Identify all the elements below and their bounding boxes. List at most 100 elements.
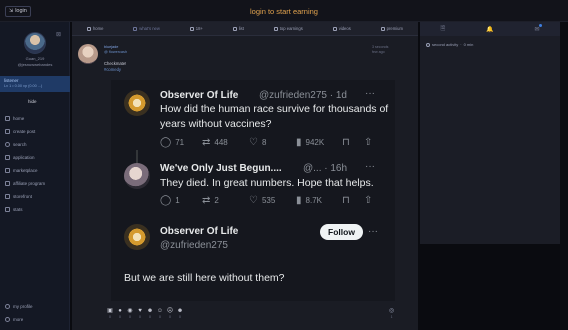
tweet-text: How did the human race survive for thous…: [160, 103, 389, 130]
role-badge[interactable]: listener Lv 1 • 0.00 xp (0.00 ...): [0, 76, 70, 92]
reaction-wow[interactable]: ☺ 0: [156, 308, 164, 319]
post-username[interactable]: bluejade: [104, 45, 118, 49]
reaction-heart[interactable]: ♥ 0: [136, 308, 144, 319]
tab-label: top earnings: [279, 26, 303, 31]
sidebar-nav: home create post search application mark…: [5, 112, 45, 216]
search-icon: [5, 142, 10, 147]
sidebar-item-create-post[interactable]: create post: [5, 125, 45, 138]
sidebar-item-stats[interactable]: stats: [5, 203, 45, 216]
sidebar-item-application[interactable]: application: [5, 151, 45, 164]
reaction-comment[interactable]: ● 0: [116, 308, 124, 319]
sidebar-item-label: home: [13, 116, 25, 121]
post-handle[interactable]: @ flowercash: [104, 50, 127, 54]
reaction-laugh[interactable]: ☻ 0: [146, 308, 154, 319]
home-icon: [5, 116, 10, 121]
reply-icon: ◯: [160, 137, 172, 148]
plus-icon: [5, 129, 10, 134]
login-to-earn-link[interactable]: login to start earning: [0, 7, 568, 16]
close-sidebar-icon[interactable]: ⊠: [56, 31, 61, 38]
earnings-icon: [273, 26, 278, 31]
store-icon: [5, 194, 10, 199]
sidebar-bottom: my profile more: [5, 300, 33, 326]
profile-name: Guan_219: [25, 56, 45, 61]
reaction-count: 0: [119, 315, 121, 319]
share-icon: ⇧: [364, 195, 373, 206]
retweet-count: 448: [214, 138, 228, 147]
sidebar-item-my-profile[interactable]: my profile: [5, 300, 33, 313]
sidebar-item-label: search: [13, 142, 27, 147]
retweet-icon: ⇄: [202, 137, 211, 148]
sidebar-item-label: more: [13, 317, 24, 322]
scrollbar[interactable]: [560, 22, 568, 330]
tweet-avatar: [124, 163, 150, 189]
role-level: Lv 1 • 0.00 xp (0.00 ...): [4, 84, 43, 88]
message-icon[interactable]: ✉: [535, 23, 542, 33]
tab-videos[interactable]: videos: [332, 26, 351, 31]
sidebar-item-label: marketplace: [13, 168, 38, 173]
tweet-handle-time: @... · 16h: [303, 163, 348, 174]
hide-button[interactable]: hide: [28, 99, 37, 104]
tweet-text: They died. In great numbers. Hope that h…: [160, 177, 374, 189]
reaction-repost[interactable]: ◉ 0: [126, 308, 134, 319]
activity-panel: 🗎 🔔 ✉ second activity · 0 min: [420, 22, 560, 244]
sidebar-item-more[interactable]: more: [5, 313, 33, 326]
avatar[interactable]: [24, 32, 46, 54]
activity-tabs: 🗎 🔔 ✉: [420, 22, 560, 36]
tweet-avatar: [124, 224, 150, 250]
role-title: listener: [4, 78, 19, 83]
tab-list[interactable]: list: [232, 26, 244, 31]
sidebar-item-storefront[interactable]: storefront: [5, 190, 45, 203]
more-icon: ···: [368, 226, 378, 237]
feed-tabs: home what's new 18+ list top earnings vi…: [72, 22, 418, 36]
bell-icon[interactable]: 🔔: [486, 26, 493, 33]
post-views: ◎ 1: [389, 308, 394, 319]
sidebar-item-home[interactable]: home: [5, 112, 45, 125]
like-icon: ♡: [249, 137, 258, 148]
post-hashtag[interactable]: #comedy: [104, 67, 121, 72]
post-ago: few ago: [372, 50, 385, 54]
reaction-sad[interactable]: ☹ 0: [166, 308, 174, 319]
reaction-bar: ▣ 0 ● 0 ◉ 0 ♥ 0 ☻ 0 ☺ 0 ☹ 0 ☻ 0: [106, 308, 184, 319]
retweet-icon: ⇄: [202, 195, 211, 206]
retweet-count: 2: [214, 196, 219, 205]
reaction-count: 0: [159, 315, 161, 319]
tweet-author-name: Observer Of Life: [160, 90, 239, 101]
comment-reaction-icon: ●: [118, 308, 122, 314]
post-timestamp: 3 seconds few ago: [372, 45, 388, 55]
wow-reaction-icon: ☺: [156, 308, 164, 314]
tab-premium[interactable]: premium: [380, 26, 403, 31]
activity-dot: ·: [460, 42, 462, 47]
reaction-count: 0: [149, 315, 151, 319]
bookmark-icon: ⊓: [342, 195, 350, 206]
reply-count: 1: [175, 196, 180, 205]
follow-button: Follow: [320, 224, 363, 240]
sidebar-item-label: storefront: [13, 194, 33, 199]
tweet-actions: ◯ 71 ⇄ 448 ♡ 8 ▮ 942K ⊓ ⇧: [160, 137, 372, 148]
activity-label: second activity: [432, 42, 459, 47]
avatar[interactable]: [78, 44, 98, 64]
activity-item[interactable]: second activity · 0 min: [426, 42, 473, 47]
like-count: 8: [261, 138, 267, 147]
sidebar-item-marketplace[interactable]: marketplace: [5, 164, 45, 177]
tab-label: videos: [338, 26, 351, 31]
sidebar-item-label: application: [13, 155, 35, 160]
tab-top-earnings[interactable]: top earnings: [273, 26, 303, 31]
document-icon[interactable]: 🗎: [440, 24, 445, 34]
views-count: 1: [390, 315, 393, 319]
reaction-count: 0: [139, 315, 141, 319]
home-icon: [86, 26, 91, 31]
sidebar-item-label: stats: [13, 207, 23, 212]
sidebar-item-affiliate[interactable]: affiliate program: [5, 177, 45, 190]
tab-home[interactable]: home: [86, 26, 103, 31]
sidebar-item-label: affiliate program: [13, 181, 46, 186]
tab-whats-new[interactable]: what's new: [133, 26, 160, 31]
reaction-video[interactable]: ▣ 0: [106, 308, 114, 319]
view-count: 942K: [305, 138, 325, 147]
view-count: 8.7K: [305, 196, 322, 205]
list-icon: [232, 26, 237, 31]
reaction-count: 0: [169, 315, 171, 319]
reaction-angry[interactable]: ☻ 0: [176, 308, 184, 319]
tab-18-plus[interactable]: 18+: [189, 26, 203, 31]
sidebar-item-search[interactable]: search: [5, 138, 45, 151]
sad-reaction-icon: ☹: [166, 308, 174, 314]
